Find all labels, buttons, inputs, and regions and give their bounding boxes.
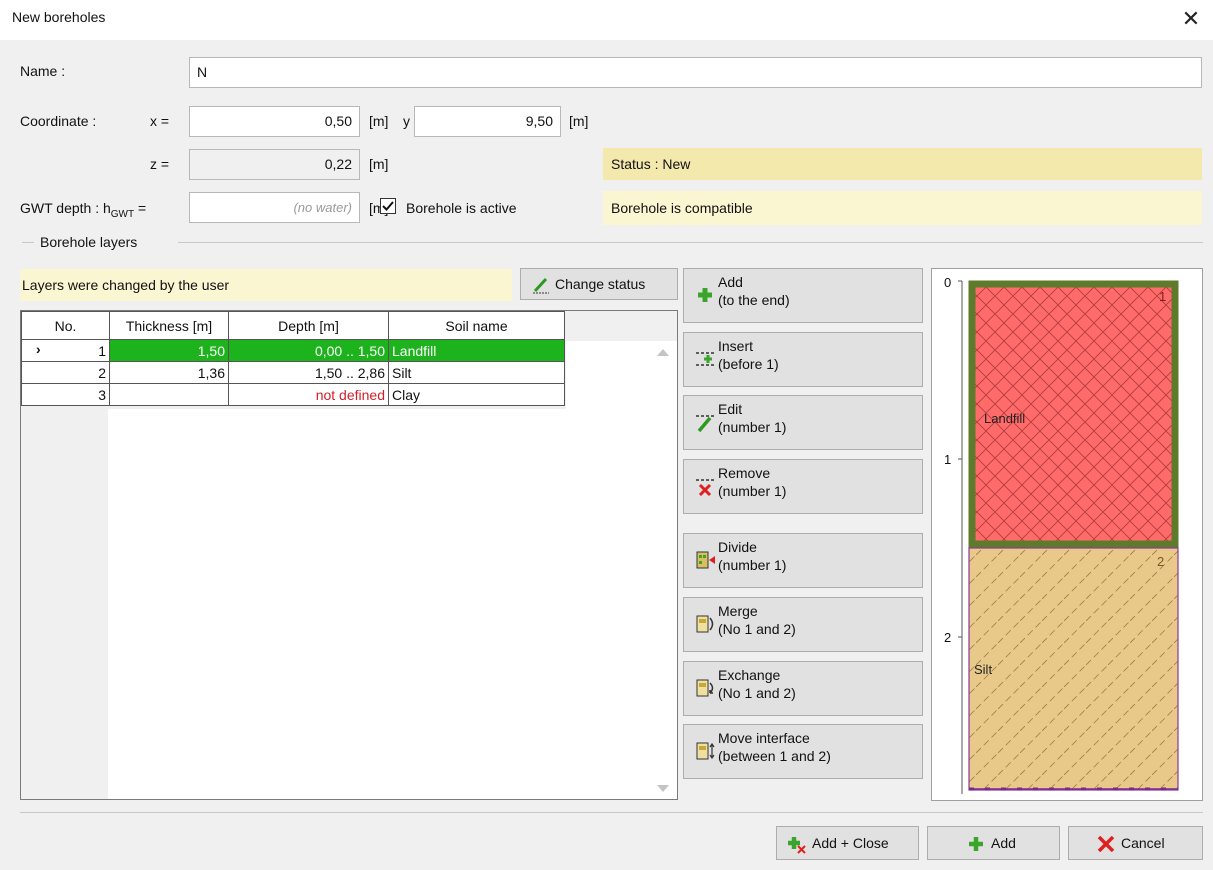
layers-group-label: Borehole layers bbox=[40, 234, 138, 250]
soil-cell[interactable]: Silt bbox=[388, 361, 565, 384]
table-empty-area bbox=[108, 409, 668, 799]
change-status-button[interactable]: Change status bbox=[520, 268, 678, 300]
move-interface-button[interactable]: Move interface (between 1 and 2) bbox=[683, 724, 923, 779]
status-text: Status : New bbox=[611, 156, 691, 172]
table-row[interactable]: 2 1,36 1,50 .. 2,86 Silt bbox=[21, 361, 565, 384]
coordinate-label: Coordinate : bbox=[20, 113, 97, 129]
depth-cell: 0,00 .. 1,50 bbox=[228, 339, 389, 362]
group-line-left bbox=[22, 242, 34, 243]
x-unit: [m] bbox=[369, 113, 389, 129]
status-bar: Status : New bbox=[603, 148, 1202, 180]
remove-button[interactable]: Remove (number 1) bbox=[683, 459, 923, 514]
table-row[interactable]: › 1 1,50 0,00 .. 1,50 Landfill bbox=[21, 339, 565, 362]
row-pointer-icon: › bbox=[36, 341, 41, 357]
compat-bar: Borehole is compatible bbox=[603, 191, 1202, 225]
table-header-row: No. Thickness [m] Depth [m] Soil name bbox=[21, 311, 565, 340]
plus-icon bbox=[969, 837, 983, 851]
divide-icon bbox=[696, 551, 715, 569]
name-input[interactable]: N bbox=[189, 57, 1202, 88]
active-checkbox-label[interactable]: Borehole is active bbox=[406, 200, 517, 216]
layer-2-name: Silt bbox=[974, 662, 993, 677]
exchange-icon bbox=[696, 679, 714, 697]
tick-label-1: 1 bbox=[944, 452, 952, 467]
table-scrollbar[interactable] bbox=[649, 341, 677, 799]
add-to-end-button[interactable]: Add (to the end) bbox=[683, 268, 923, 323]
column-header-thickness[interactable]: Thickness [m] bbox=[109, 311, 229, 340]
add-label: Add bbox=[991, 835, 1016, 851]
merge-button[interactable]: Merge (No 1 and 2) bbox=[683, 597, 923, 652]
change-status-label: Change status bbox=[555, 276, 646, 292]
layers-info-text: Layers were changed by the user bbox=[22, 277, 230, 293]
layers-table[interactable]: No. Thickness [m] Depth [m] Soil name › 1… bbox=[20, 310, 678, 800]
tick-label-2: 2 bbox=[944, 630, 952, 645]
pencil-icon bbox=[696, 415, 714, 433]
z-label: z = bbox=[150, 156, 170, 172]
x-input[interactable]: 0,50 bbox=[189, 106, 360, 137]
gwt-label: GWT depth : hGWT = bbox=[20, 200, 147, 220]
insert-icon bbox=[696, 352, 714, 366]
row-number-cell: 3 bbox=[21, 383, 110, 406]
soil-cell[interactable]: Landfill bbox=[388, 339, 565, 362]
title-bar: New boreholes ✕ bbox=[0, 0, 1213, 41]
merge-icon bbox=[696, 615, 714, 633]
thickness-cell[interactable] bbox=[109, 383, 229, 406]
add-button[interactable]: Add bbox=[927, 826, 1060, 860]
add-close-button[interactable]: Add + Close bbox=[776, 826, 919, 860]
remove-icon bbox=[696, 479, 714, 497]
x-label: x = bbox=[150, 113, 170, 129]
soil-cell[interactable]: Clay bbox=[388, 383, 565, 406]
checkmark-icon bbox=[382, 201, 394, 211]
layer-2-hatch bbox=[969, 548, 1178, 790]
layer-1-number: 1 bbox=[1159, 289, 1167, 304]
pencil-icon bbox=[533, 277, 549, 294]
footer-separator bbox=[20, 812, 1203, 813]
group-line-right bbox=[178, 242, 1203, 243]
gwt-depth-input[interactable]: (no water) bbox=[189, 192, 360, 223]
exchange-button[interactable]: Exchange (No 1 and 2) bbox=[683, 661, 923, 716]
row-number-cell: › 1 bbox=[21, 339, 110, 362]
borehole-profile-drawing bbox=[958, 280, 1179, 794]
cancel-button[interactable]: Cancel bbox=[1068, 826, 1203, 860]
compat-text: Borehole is compatible bbox=[611, 200, 753, 216]
row-number-cell: 2 bbox=[21, 361, 110, 384]
thickness-cell[interactable]: 1,36 bbox=[109, 361, 229, 384]
z-input: 0,22 bbox=[189, 149, 360, 180]
window-title: New boreholes bbox=[12, 9, 106, 25]
add-close-label: Add + Close bbox=[812, 835, 889, 851]
close-icon[interactable]: ✕ bbox=[1176, 4, 1206, 34]
depth-cell: 1,50 .. 2,86 bbox=[228, 361, 389, 384]
tick-label-0: 0 bbox=[944, 275, 952, 290]
layer-1-name: Landfill bbox=[984, 411, 1026, 426]
name-label: Name : bbox=[20, 63, 66, 79]
cancel-icon bbox=[1097, 836, 1115, 852]
move-interface-icon bbox=[696, 742, 715, 760]
edit-button[interactable]: Edit (number 1) bbox=[683, 395, 923, 450]
depth-cell: not defined bbox=[228, 383, 389, 406]
add-close-icon bbox=[788, 837, 806, 854]
divide-button[interactable]: Divide (number 1) bbox=[683, 533, 923, 588]
column-header-depth[interactable]: Depth [m] bbox=[228, 311, 389, 340]
scroll-up-icon[interactable] bbox=[657, 349, 669, 356]
thickness-cell[interactable]: 1,50 bbox=[109, 339, 229, 362]
z-unit: [m] bbox=[369, 156, 389, 172]
table-row[interactable]: 3 not defined Clay bbox=[21, 383, 565, 406]
column-header-no[interactable]: No. bbox=[21, 311, 110, 340]
insert-button[interactable]: Insert (before 1) bbox=[683, 332, 923, 387]
scroll-down-icon[interactable] bbox=[657, 785, 669, 792]
active-checkbox[interactable] bbox=[380, 198, 396, 214]
layer-2-number: 2 bbox=[1157, 554, 1165, 569]
layers-table-grid: No. Thickness [m] Depth [m] Soil name › 1… bbox=[21, 311, 565, 406]
y-unit: [m] bbox=[569, 113, 589, 129]
cancel-label: Cancel bbox=[1121, 835, 1165, 851]
layers-info-bar: Layers were changed by the user bbox=[20, 269, 512, 301]
plus-icon bbox=[698, 288, 712, 302]
borehole-profile-view: 0 1 2 1 Landfill 2 Silt bbox=[931, 268, 1203, 801]
y-input[interactable]: 9,50 bbox=[414, 106, 561, 137]
column-header-soil[interactable]: Soil name bbox=[388, 311, 565, 340]
